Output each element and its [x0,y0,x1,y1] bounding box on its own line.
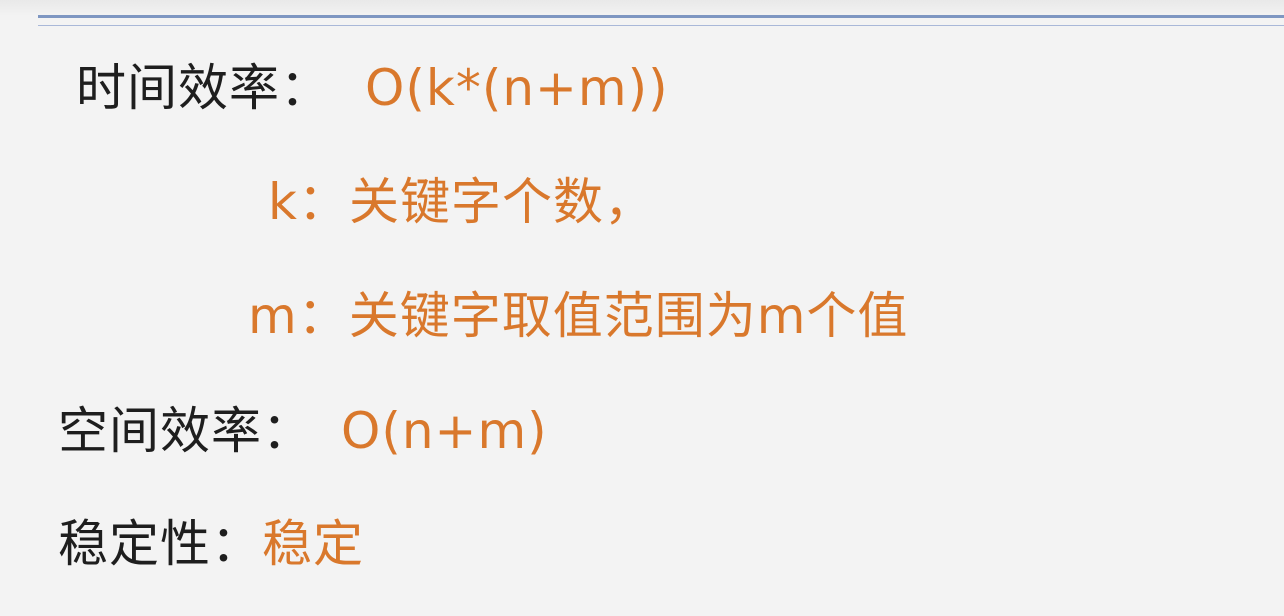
top-shade [0,0,1284,16]
space-efficiency-label: 空间效率： [58,402,313,460]
header-rule-thin [38,25,1284,26]
k-description: 关键字个数， [348,173,655,231]
m-description: 关键字取值范围为m个值 [348,287,909,345]
k-definition-line: k：关键字个数， [268,174,655,230]
space-efficiency-line: 空间效率： O(n+m) [58,403,548,459]
stability-line: 稳定性：稳定 [58,516,364,572]
time-efficiency-value: O(k*(n+m)) [365,59,669,117]
time-efficiency-line: 时间效率： O(k*(n+m)) [76,60,669,116]
k-label: k： [268,173,349,231]
stability-label: 稳定性： [58,515,262,573]
m-definition-line: m：关键字取值范围为m个值 [248,288,908,344]
m-label: m： [248,287,349,345]
space-efficiency-value: O(n+m) [341,402,548,460]
header-rule [38,15,1284,18]
stability-value: 稳定 [262,515,364,573]
time-efficiency-label: 时间效率： [76,59,331,117]
